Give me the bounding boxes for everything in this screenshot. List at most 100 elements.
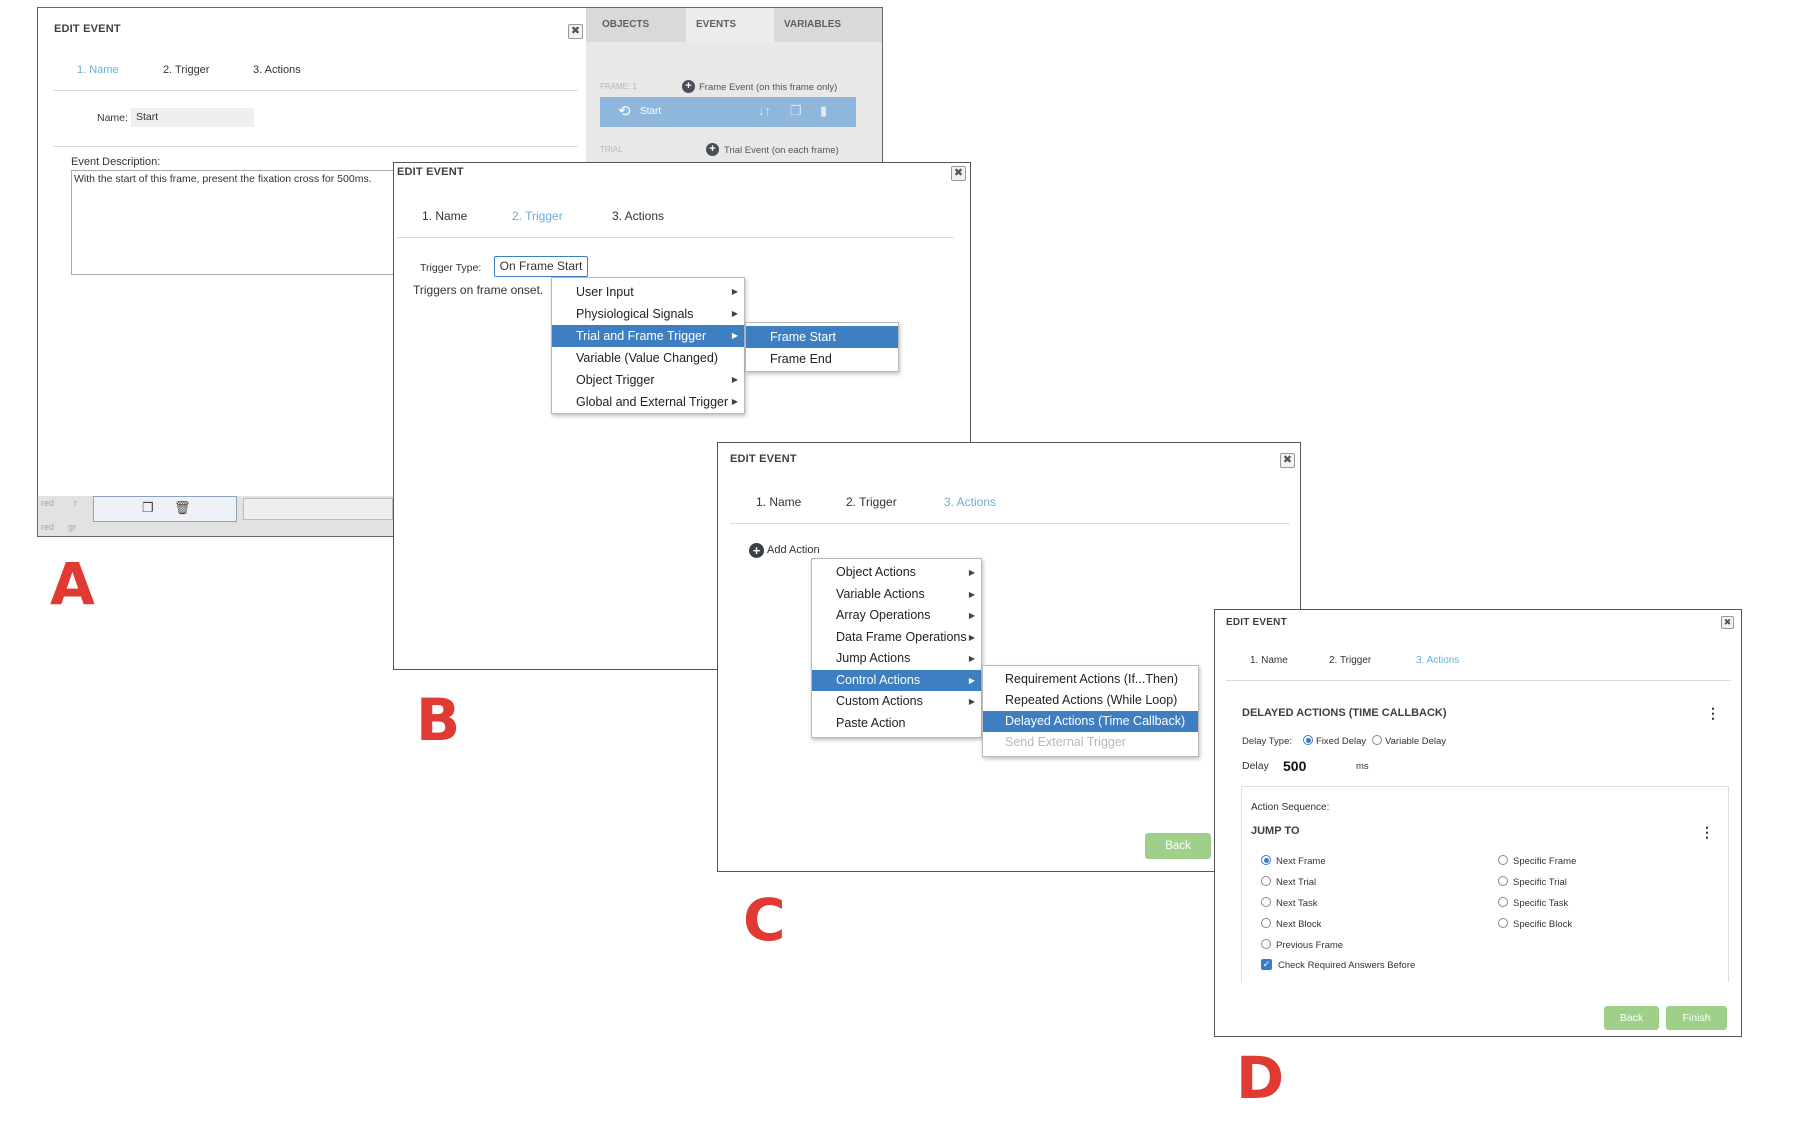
event-item-start[interactable]: ⟲ Start ↓↑ ❐ ▮ <box>600 97 856 127</box>
frame-event-link[interactable]: Frame Event (on this frame only) <box>699 82 837 93</box>
delay-input-value: 500 <box>1283 758 1307 774</box>
menu-item-label: Frame End <box>770 352 832 366</box>
add-frame-event-icon[interactable]: + <box>682 80 695 93</box>
tab-trigger[interactable]: 2. Trigger <box>1329 655 1371 666</box>
tab-events[interactable]: EVENTS <box>696 19 736 30</box>
frame-label: FRAME: 1 <box>600 82 637 91</box>
submenu-item-repeated-actions[interactable]: Repeated Actions (While Loop) <box>983 690 1198 711</box>
timeline-fragment: gr <box>68 522 77 532</box>
menu-item-array-operations[interactable]: Array Operations ▶ <box>812 605 981 627</box>
tab-objects[interactable]: OBJECTS <box>602 19 649 30</box>
trial-event-link[interactable]: Trial Event (on each frame) <box>724 145 839 156</box>
trash-icon[interactable]: 🗑 <box>174 500 191 516</box>
specific-trial-radio[interactable] <box>1498 876 1508 886</box>
trigger-type-select[interactable]: On Frame Start <box>494 256 588 277</box>
menu-item-label: Variable (Value Changed) <box>576 351 718 365</box>
tab-trigger[interactable]: 2. Trigger <box>163 64 209 76</box>
add-trial-event-icon[interactable]: + <box>706 143 719 156</box>
timeline-slot <box>243 498 393 520</box>
submenu-item-delayed-actions[interactable]: Delayed Actions (Time Callback) <box>983 711 1198 732</box>
chevron-right-icon: ▶ <box>968 654 975 663</box>
more-options-icon[interactable]: ⋮ <box>1706 705 1720 722</box>
more-options-icon[interactable]: ⋮ <box>1700 824 1714 841</box>
close-icon[interactable]: ✖ <box>1280 453 1295 468</box>
back-button[interactable]: Back <box>1604 1006 1659 1030</box>
tab-trigger[interactable]: 2. Trigger <box>512 209 563 223</box>
timeline-fragment: red <box>41 522 55 532</box>
menu-item-physiological-signals[interactable]: Physiological Signals ▶ <box>552 303 744 325</box>
menu-item-global-and-external-trigger[interactable]: Global and External Trigger ▶ <box>552 391 744 413</box>
next-frame-radio[interactable] <box>1261 855 1271 865</box>
check-required-label: Check Required Answers Before <box>1278 960 1416 971</box>
add-action-link[interactable]: Add Action <box>767 544 820 556</box>
tab-variables[interactable]: VARIABLES <box>784 19 841 30</box>
submenu-item-frame-start[interactable]: Frame Start <box>746 326 898 348</box>
next-trial-radio[interactable] <box>1261 876 1271 886</box>
menu-item-label: Array Operations <box>836 608 931 622</box>
menu-item-variable-actions[interactable]: Variable Actions ▶ <box>812 584 981 606</box>
tab-name[interactable]: 1. Name <box>422 209 467 223</box>
menu-item-label: Data Frame Operations <box>836 629 967 644</box>
variable-delay-radio[interactable] <box>1372 735 1382 745</box>
chevron-right-icon: ▶ <box>731 331 738 340</box>
copy-icon[interactable]: ❐ <box>790 103 802 119</box>
tab-name[interactable]: 1. Name <box>77 64 119 76</box>
trash-icon[interactable]: ▮ <box>820 103 827 119</box>
back-button[interactable]: Back <box>1145 833 1211 859</box>
next-task-label: Next Task <box>1276 898 1318 909</box>
menu-item-object-actions[interactable]: Object Actions ▶ <box>812 562 981 584</box>
previous-frame-radio[interactable] <box>1261 939 1271 949</box>
name-input[interactable]: Start <box>131 108 254 127</box>
fixed-delay-label: Fixed Delay <box>1316 736 1367 747</box>
menu-item-user-input[interactable]: User Input ▶ <box>552 281 744 303</box>
menu-item-control-actions[interactable]: Control Actions ▶ <box>812 669 981 691</box>
next-block-radio[interactable] <box>1261 918 1271 928</box>
add-action-icon[interactable]: + <box>749 543 764 558</box>
section-title: DELAYED ACTIONS (TIME CALLBACK) <box>1242 707 1447 719</box>
copy-icon[interactable]: ❐ <box>142 500 154 516</box>
menu-item-label: Send External Trigger <box>1005 735 1126 749</box>
menu-item-custom-actions[interactable]: Custom Actions ▶ <box>812 691 981 713</box>
chevron-right-icon: ▶ <box>731 397 738 406</box>
dialog-title: EDIT EVENT <box>397 166 464 178</box>
submenu-item-requirement-actions[interactable]: Requirement Actions (If...Then) <box>983 669 1198 690</box>
specific-frame-radio[interactable] <box>1498 855 1508 865</box>
menu-item-object-trigger[interactable]: Object Trigger ▶ <box>552 369 744 391</box>
next-task-radio[interactable] <box>1261 897 1271 907</box>
finish-button[interactable]: Finish <box>1666 1006 1727 1030</box>
specific-frame-label: Specific Frame <box>1513 856 1577 867</box>
menu-item-paste-action[interactable]: Paste Action <box>812 713 981 735</box>
fixed-delay-radio[interactable] <box>1303 735 1313 745</box>
name-label: Name: <box>97 112 128 124</box>
label-d: D <box>1236 1044 1285 1112</box>
edit-event-dialog-d: EDIT EVENT ✖ 1. Name 2. Trigger 3. Actio… <box>1214 609 1742 1037</box>
tab-trigger[interactable]: 2. Trigger <box>846 495 897 509</box>
tab-actions[interactable]: 3. Actions <box>253 64 301 76</box>
toolbar-box: ❐ 🗑 <box>93 496 237 522</box>
tab-actions[interactable]: 3. Actions <box>944 495 996 509</box>
menu-item-label: Control Actions <box>836 672 921 687</box>
action-sequence-label: Action Sequence: <box>1251 802 1330 813</box>
submenu-item-frame-end[interactable]: Frame End <box>746 348 898 370</box>
description-textarea[interactable]: With the start of this frame, present th… <box>71 170 431 275</box>
menu-item-jump-actions[interactable]: Jump Actions ▶ <box>812 648 981 670</box>
menu-item-trial-and-frame-trigger[interactable]: Trial and Frame Trigger ▶ <box>552 325 744 347</box>
close-icon[interactable]: ✖ <box>951 166 966 181</box>
specific-block-radio[interactable] <box>1498 918 1508 928</box>
chevron-right-icon: ▶ <box>731 287 738 296</box>
tab-actions[interactable]: 3. Actions <box>612 209 664 223</box>
menu-item-label: Global and External Trigger <box>576 395 729 409</box>
tab-name[interactable]: 1. Name <box>1250 655 1288 666</box>
move-arrows-icon[interactable]: ↓↑ <box>758 103 771 118</box>
check-required-checkbox[interactable]: ✓ <box>1261 959 1272 970</box>
tab-actions[interactable]: 3. Actions <box>1416 655 1459 666</box>
menu-item-data-frame-operations[interactable]: Data Frame Operations ▶ <box>812 627 981 649</box>
menu-item-label: Variable Actions <box>836 586 925 601</box>
menu-item-variable-value-changed[interactable]: Variable (Value Changed) <box>552 347 744 369</box>
close-icon[interactable]: ✖ <box>568 24 583 39</box>
tab-name[interactable]: 1. Name <box>756 495 801 509</box>
delay-input[interactable]: 500 <box>1283 755 1351 777</box>
delay-unit: ms <box>1356 761 1369 772</box>
specific-task-radio[interactable] <box>1498 897 1508 907</box>
close-icon[interactable]: ✖ <box>1721 616 1734 629</box>
